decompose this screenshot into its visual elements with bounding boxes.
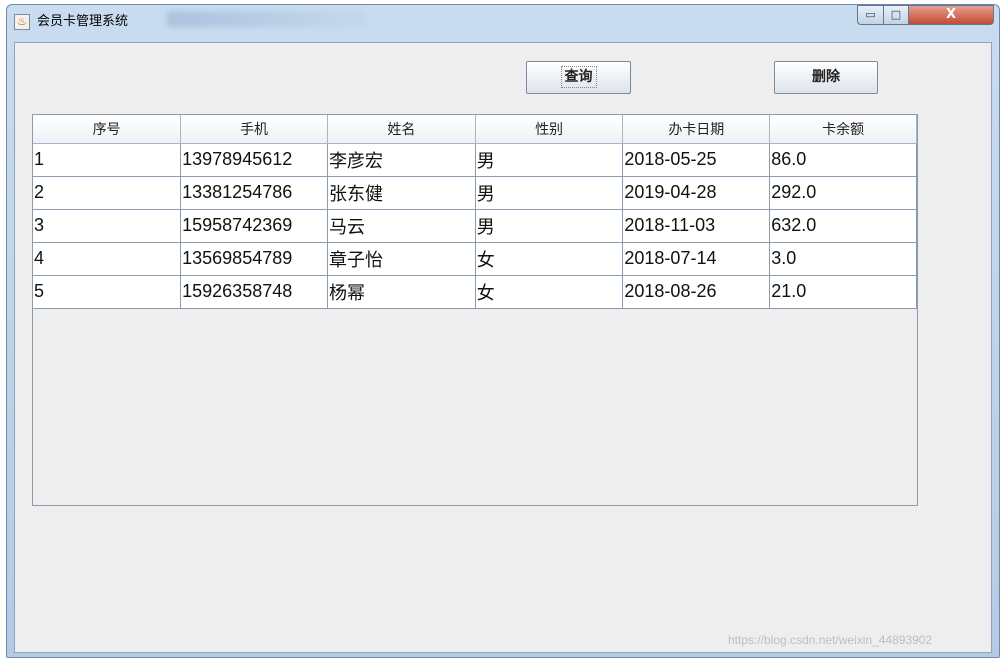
- close-button[interactable]: X: [908, 5, 994, 25]
- cell-phone[interactable]: 15926358748: [180, 275, 329, 309]
- app-window: ♨ 会员卡管理系统 ▭ □ X 查询 删除 序号 手机 姓名 性别 办卡日期 卡…: [6, 4, 1000, 658]
- cell-gender[interactable]: 女: [475, 242, 624, 276]
- cell-index[interactable]: 2: [33, 176, 182, 210]
- cell-phone[interactable]: 15958742369: [180, 209, 329, 243]
- java-app-icon[interactable]: ♨: [14, 14, 30, 30]
- column-header-balance[interactable]: 卡余额: [769, 115, 917, 144]
- cell-gender[interactable]: 男: [475, 143, 624, 177]
- cell-name[interactable]: 马云: [327, 209, 476, 243]
- cell-balance[interactable]: 292.0: [769, 176, 917, 210]
- cell-phone[interactable]: 13381254786: [180, 176, 329, 210]
- column-header-name[interactable]: 姓名: [327, 115, 476, 144]
- cell-balance[interactable]: 86.0: [769, 143, 917, 177]
- cell-gender[interactable]: 女: [475, 275, 624, 309]
- member-table-scrollpane[interactable]: 序号 手机 姓名 性别 办卡日期 卡余额 1 13978945612 李彦宏 男: [32, 114, 918, 506]
- cell-gender[interactable]: 男: [475, 176, 624, 210]
- cell-index[interactable]: 4: [33, 242, 182, 276]
- query-button[interactable]: 查询: [526, 61, 631, 94]
- cell-balance[interactable]: 632.0: [769, 209, 917, 243]
- table-row[interactable]: 1 13978945612 李彦宏 男 2018-05-25 86.0: [33, 143, 917, 177]
- cell-date[interactable]: 2019-04-28: [622, 176, 771, 210]
- cell-name[interactable]: 章子怡: [327, 242, 476, 276]
- cell-date[interactable]: 2018-07-14: [622, 242, 771, 276]
- minimize-button[interactable]: ▭: [857, 5, 884, 25]
- window-title: 会员卡管理系统: [37, 14, 129, 29]
- delete-button[interactable]: 删除: [774, 61, 878, 94]
- cell-name[interactable]: 杨幂: [327, 275, 476, 309]
- cell-index[interactable]: 1: [33, 143, 182, 177]
- cell-gender[interactable]: 男: [475, 209, 624, 243]
- query-button-label: 查询: [560, 66, 597, 88]
- cell-name[interactable]: 张东健: [327, 176, 476, 210]
- table-row[interactable]: 3 15958742369 马云 男 2018-11-03 632.0: [33, 209, 917, 243]
- cell-balance[interactable]: 21.0: [769, 275, 917, 309]
- blurred-title-area: [167, 11, 367, 27]
- cell-phone[interactable]: 13978945612: [180, 143, 329, 177]
- cell-name[interactable]: 李彦宏: [327, 143, 476, 177]
- title-bar[interactable]: ♨ 会员卡管理系统 ▭ □ X: [7, 5, 999, 39]
- table-row[interactable]: 4 13569854789 章子怡 女 2018-07-14 3.0: [33, 242, 917, 276]
- table-row[interactable]: 5 15926358748 杨幂 女 2018-08-26 21.0: [33, 275, 917, 309]
- column-header-phone[interactable]: 手机: [180, 115, 329, 144]
- member-table[interactable]: 序号 手机 姓名 性别 办卡日期 卡余额 1 13978945612 李彦宏 男: [33, 115, 917, 309]
- cell-phone[interactable]: 13569854789: [180, 242, 329, 276]
- cell-balance[interactable]: 3.0: [769, 242, 917, 276]
- column-header-gender[interactable]: 性别: [475, 115, 624, 144]
- content-panel: 查询 删除 序号 手机 姓名 性别 办卡日期 卡余额 1 13978945612…: [14, 42, 992, 653]
- table-header-row: 序号 手机 姓名 性别 办卡日期 卡余额: [33, 115, 917, 144]
- column-header-date[interactable]: 办卡日期: [622, 115, 771, 144]
- cell-date[interactable]: 2018-11-03: [622, 209, 771, 243]
- column-header-index[interactable]: 序号: [33, 115, 182, 144]
- table-row[interactable]: 2 13381254786 张东健 男 2019-04-28 292.0: [33, 176, 917, 210]
- cell-index[interactable]: 5: [33, 275, 182, 309]
- watermark-text: https://blog.csdn.net/weixin_44893902: [728, 633, 933, 647]
- maximize-button[interactable]: □: [883, 5, 909, 25]
- cell-date[interactable]: 2018-05-25: [622, 143, 771, 177]
- cell-date[interactable]: 2018-08-26: [622, 275, 771, 309]
- cell-index[interactable]: 3: [33, 209, 182, 243]
